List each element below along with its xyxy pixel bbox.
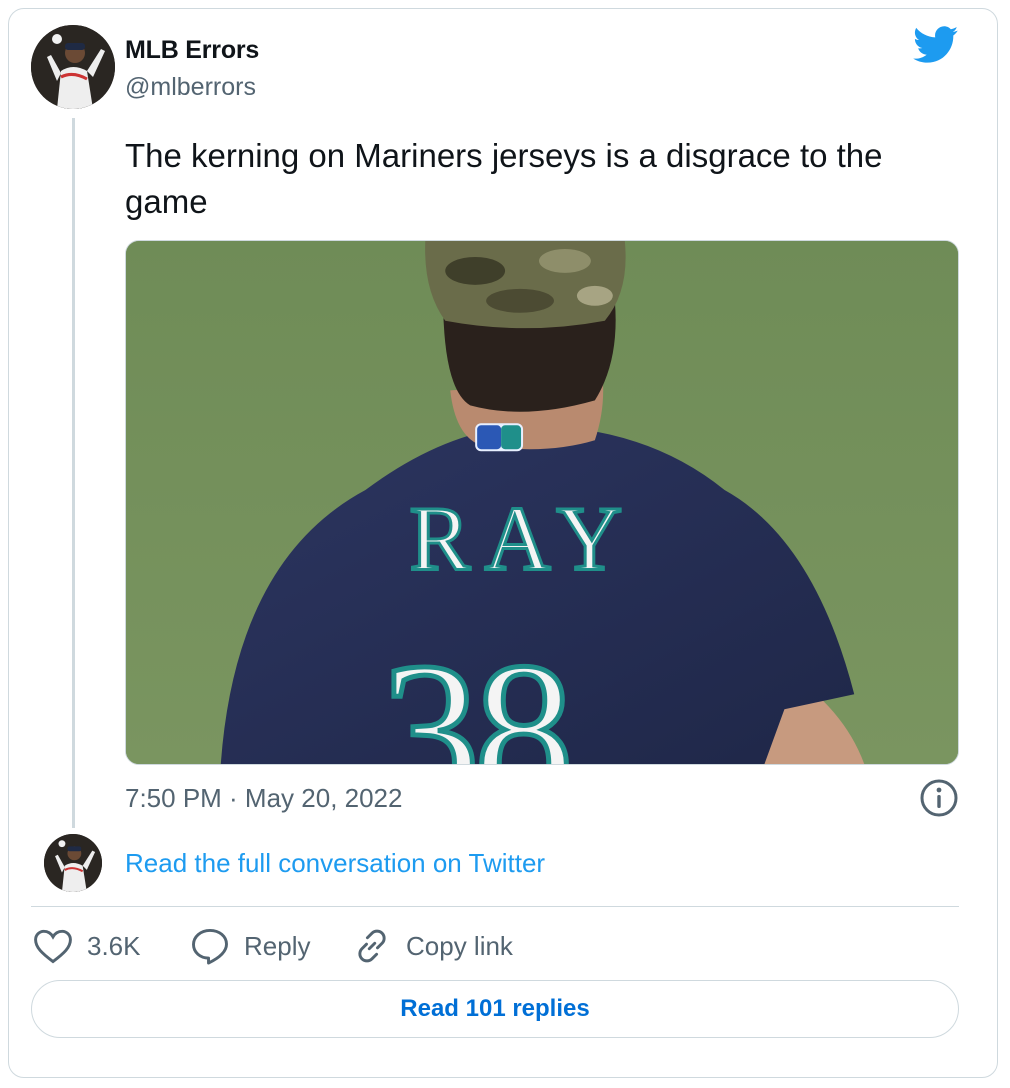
tweet-timestamp[interactable]: 7:50 PM · May 20, 2022: [125, 783, 402, 814]
jersey-photo: RAY 38: [126, 241, 958, 764]
jersey-name-text: RAY: [409, 488, 636, 590]
author-avatar[interactable]: [31, 25, 115, 109]
read-replies-button[interactable]: Read 101 replies: [31, 980, 959, 1038]
baseball-player-avatar-icon: [31, 25, 115, 109]
read-conversation-link[interactable]: Read the full conversation on Twitter: [125, 848, 545, 879]
twitter-bird-icon[interactable]: [913, 26, 959, 64]
heart-icon: [34, 929, 72, 964]
jersey-number-text: 38: [380, 622, 568, 764]
divider: [31, 906, 959, 907]
reply-label: Reply: [244, 930, 311, 961]
info-icon[interactable]: [919, 778, 959, 818]
author-name[interactable]: MLB Errors: [125, 36, 259, 65]
author-handle[interactable]: @mlberrors: [125, 73, 256, 102]
tweet-text: The kerning on Mariners jerseys is a dis…: [125, 137, 883, 220]
thread-line: [72, 118, 75, 828]
baseball-player-avatar-icon: [44, 834, 102, 892]
tweet-photo[interactable]: RAY 38: [125, 240, 959, 765]
like-button[interactable]: 3.6K: [31, 922, 141, 970]
reply-button[interactable]: Reply: [188, 922, 310, 970]
like-count: 3.6K: [87, 930, 141, 961]
link-icon: [358, 929, 386, 963]
reply-bubble-icon: [192, 928, 228, 965]
copy-link-button[interactable]: Copy link: [350, 922, 513, 970]
copy-link-label: Copy link: [406, 930, 513, 961]
conversation-avatar[interactable]: [44, 834, 102, 892]
